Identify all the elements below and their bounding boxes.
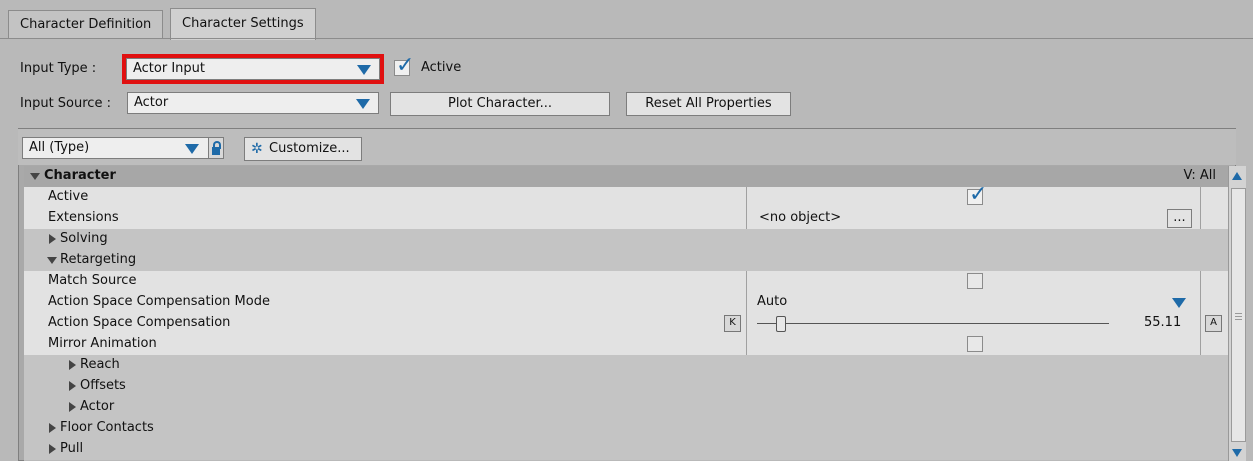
property-grid: Character V: All Active ✓ Extensions <no… <box>24 166 1228 461</box>
input-type-label: Input Type : <box>20 61 97 76</box>
group-label: Pull <box>60 441 84 456</box>
input-type-highlight: Actor Input <box>122 54 384 84</box>
column-divider <box>746 208 747 229</box>
column-divider <box>746 271 747 292</box>
property-row-extensions: Extensions <no object> ... <box>24 208 1228 230</box>
expand-icon <box>30 173 40 180</box>
input-type-value: Actor Input <box>133 61 206 76</box>
property-name: Action Space Compensation <box>48 315 231 330</box>
chevron-down-icon <box>356 99 370 109</box>
vertical-scrollbar[interactable] <box>1228 166 1246 461</box>
key-button[interactable]: K <box>724 315 741 332</box>
column-divider <box>1200 187 1201 208</box>
chevron-down-icon <box>185 144 199 154</box>
group-offsets[interactable]: Offsets <box>24 376 1228 398</box>
slider-track[interactable] <box>757 323 1109 324</box>
property-name: Mirror Animation <box>48 336 157 351</box>
action-space-mode-value[interactable]: Auto <box>757 292 787 312</box>
property-name: Match Source <box>48 273 137 288</box>
group-label: Solving <box>60 231 108 246</box>
active-property-checkbox[interactable]: ✓ <box>967 184 987 206</box>
group-pull[interactable]: Pull <box>24 439 1228 461</box>
chevron-down-icon[interactable] <box>1172 298 1186 308</box>
property-row-match-source: Match Source <box>24 271 1228 293</box>
chevron-down-icon <box>357 65 371 75</box>
filter-value: All (Type) <box>29 140 90 155</box>
group-solving[interactable]: Solving <box>24 229 1228 251</box>
column-divider <box>1200 313 1201 334</box>
extensions-browse-button[interactable]: ... <box>1167 209 1192 228</box>
tab-character-settings[interactable]: Character Settings <box>170 8 316 40</box>
check-icon: ✓ <box>396 53 415 78</box>
property-row-action-space-compensation: Action Space Compensation K 55.11 A <box>24 313 1228 335</box>
grip-line <box>1235 319 1242 320</box>
collapsed-icon <box>49 423 56 433</box>
tab-bar: Character Definition Character Settings <box>0 0 1253 40</box>
action-space-compensation-value[interactable]: 55.11 <box>1144 313 1181 333</box>
column-divider <box>1200 292 1201 313</box>
property-name: Action Space Compensation Mode <box>48 294 270 309</box>
column-divider <box>1200 208 1201 229</box>
scroll-down-icon[interactable] <box>1232 449 1242 457</box>
collapsed-icon <box>49 234 56 244</box>
match-source-checkbox[interactable] <box>967 273 983 289</box>
animate-button[interactable]: A <box>1205 315 1222 332</box>
plot-character-button[interactable]: Plot Character... <box>390 92 610 116</box>
column-divider <box>746 292 747 313</box>
column-divider <box>1200 334 1201 355</box>
input-source-value: Actor <box>134 95 169 110</box>
collapsed-icon <box>49 444 56 454</box>
input-source-dropdown[interactable]: Actor <box>127 92 379 114</box>
column-divider <box>746 187 747 208</box>
filter-dropdown[interactable]: All (Type) <box>22 137 210 159</box>
grip-line <box>1235 313 1242 314</box>
mirror-animation-checkbox[interactable] <box>967 336 983 352</box>
column-divider <box>746 334 747 355</box>
input-source-label: Input Source : <box>20 96 111 111</box>
property-row-action-space-mode: Action Space Compensation Mode Auto <box>24 292 1228 314</box>
category-label: Character <box>44 168 116 183</box>
collapsed-icon <box>69 402 76 412</box>
property-row-mirror-animation: Mirror Animation <box>24 334 1228 356</box>
group-retargeting[interactable]: Retargeting <box>24 250 1228 272</box>
active-checkbox[interactable]: ✓ <box>394 55 414 77</box>
lock-icon[interactable] <box>208 137 224 159</box>
expand-icon <box>47 257 57 264</box>
customize-button[interactable]: ✲ Customize... <box>244 137 362 161</box>
column-divider <box>1200 271 1201 292</box>
column-divider <box>746 313 747 334</box>
input-type-dropdown[interactable]: Actor Input <box>126 58 380 80</box>
tab-divider <box>0 38 1253 39</box>
group-floor-contacts[interactable]: Floor Contacts <box>24 418 1228 440</box>
group-actor[interactable]: Actor <box>24 397 1228 419</box>
group-reach[interactable]: Reach <box>24 355 1228 377</box>
group-label: Floor Contacts <box>60 420 154 435</box>
check-icon: ✓ <box>969 182 988 207</box>
group-label: Offsets <box>80 378 126 393</box>
properties-toolbar: All (Type) ✲ Customize... <box>18 129 1236 165</box>
property-row-active: Active ✓ <box>24 184 1228 209</box>
property-name: Active <box>48 189 89 204</box>
grip-line <box>1235 316 1242 317</box>
group-label: Actor <box>80 399 115 414</box>
slider-thumb[interactable] <box>776 316 786 332</box>
group-label: Reach <box>80 357 120 372</box>
category-character[interactable]: Character V: All <box>24 166 1228 188</box>
property-name: Extensions <box>48 210 119 225</box>
gear-icon: ✲ <box>251 141 263 157</box>
extensions-value: <no object> <box>759 210 842 225</box>
group-label: Retargeting <box>60 252 137 267</box>
collapsed-icon <box>69 360 76 370</box>
customize-label: Customize... <box>269 141 350 156</box>
tab-character-definition[interactable]: Character Definition <box>8 10 164 39</box>
scroll-thumb[interactable] <box>1231 188 1246 442</box>
scroll-up-icon[interactable] <box>1232 172 1242 180</box>
reset-all-properties-button[interactable]: Reset All Properties <box>626 92 791 116</box>
view-label[interactable]: V: All <box>1184 166 1216 186</box>
active-label: Active <box>421 60 462 75</box>
collapsed-icon <box>69 381 76 391</box>
